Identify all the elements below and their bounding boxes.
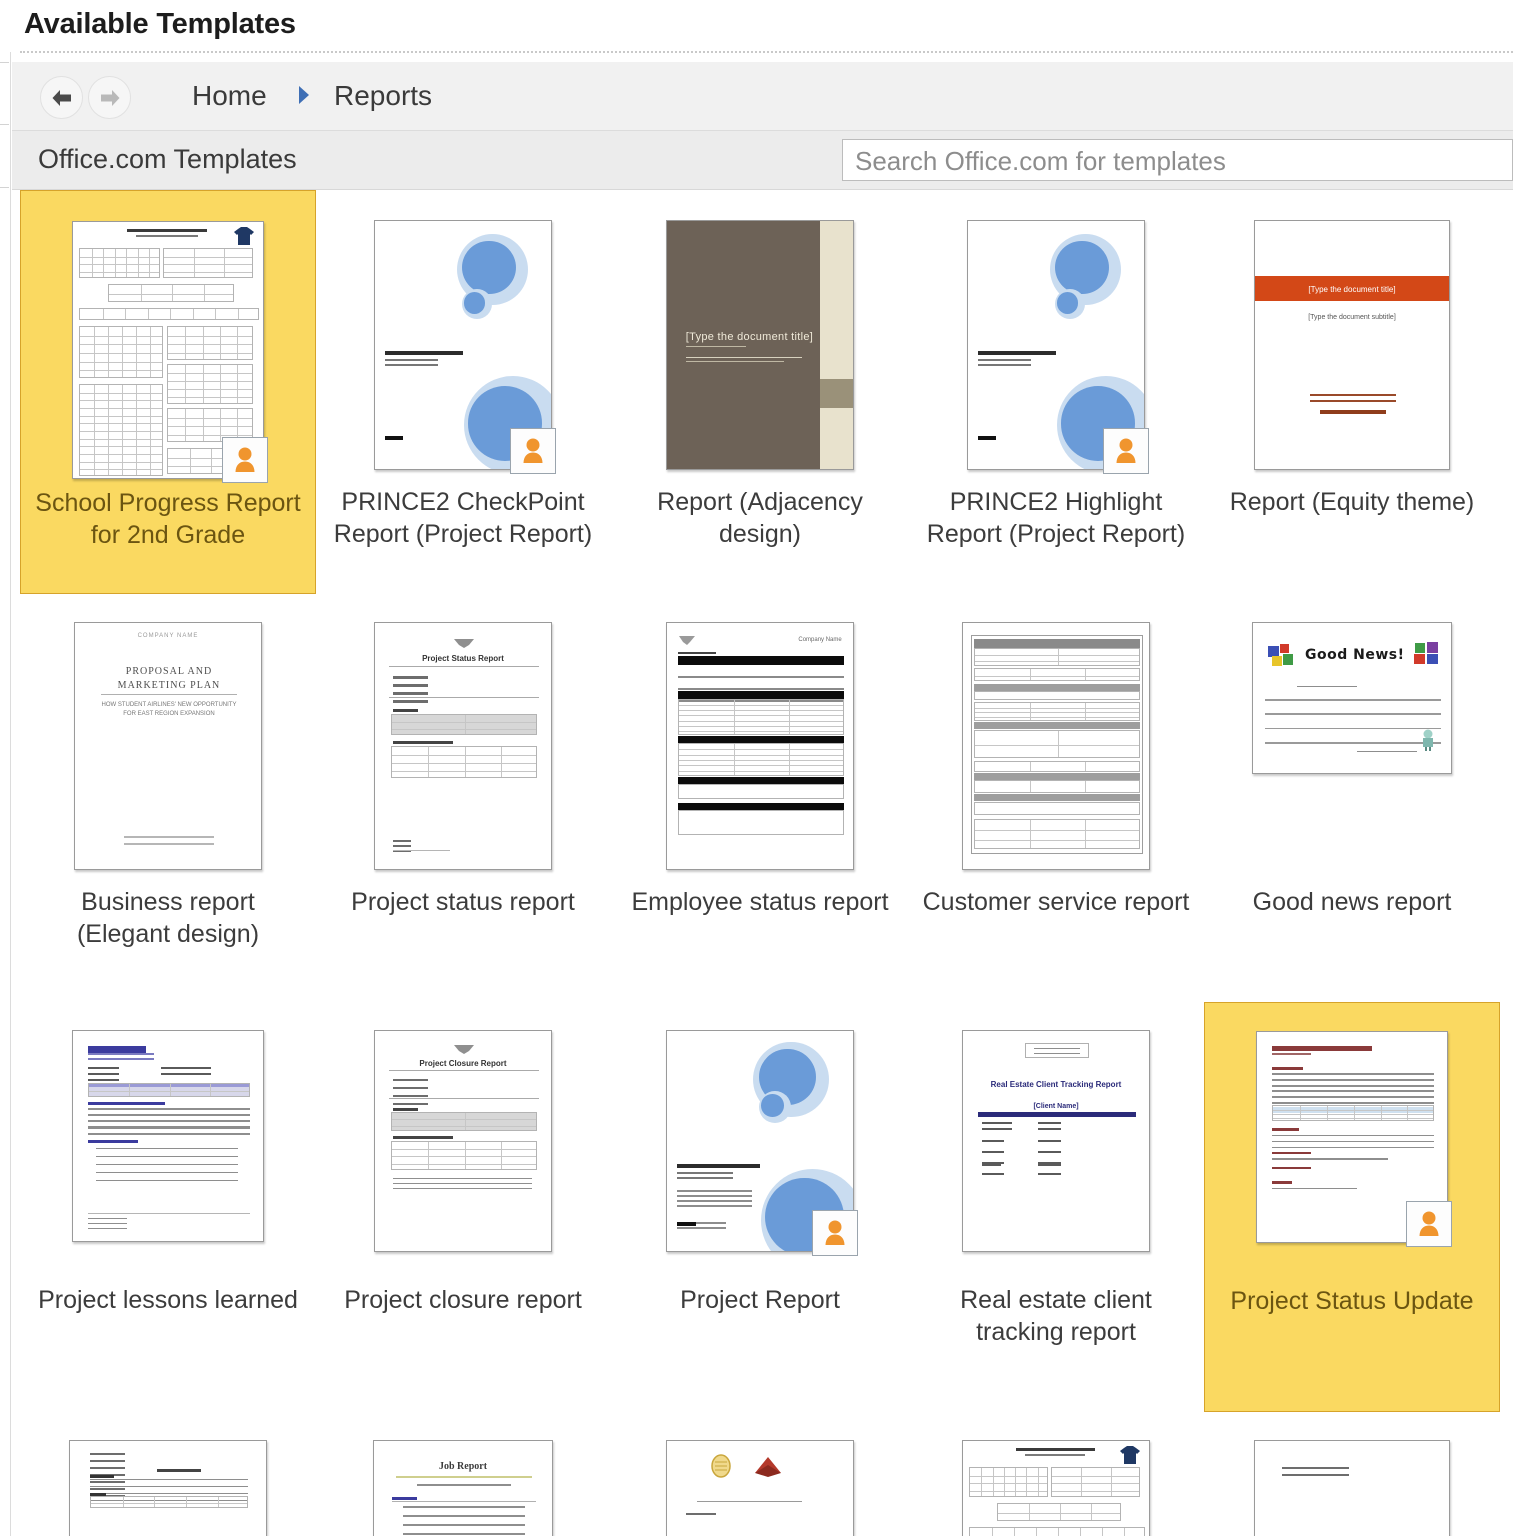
arrow-left-icon bbox=[52, 89, 71, 106]
template-card[interactable] bbox=[908, 1412, 1204, 1536]
template-thumbnail-wrap bbox=[962, 622, 1150, 870]
template-label: Customer service report bbox=[922, 888, 1190, 916]
template-label: Business report (Elegant design) bbox=[76, 888, 260, 948]
template-label: Project status report bbox=[351, 888, 575, 916]
template-thumbnail-wrap: Good News! bbox=[1252, 622, 1452, 774]
template-label: Real estate client tracking report bbox=[960, 1286, 1152, 1346]
template-card[interactable]: Real Estate Client Tracking Report [Clien… bbox=[908, 1002, 1204, 1412]
template-thumbnail[interactable] bbox=[962, 1440, 1150, 1536]
template-thumbnail[interactable]: [Type the document title] [Type the docu… bbox=[1254, 220, 1450, 470]
premium-user-icon bbox=[812, 1210, 858, 1256]
template-thumbnail[interactable]: Job Report bbox=[373, 1440, 553, 1536]
template-thumbnail-wrap: [Type the document title] [Type the docu… bbox=[1254, 220, 1450, 470]
template-card[interactable] bbox=[612, 1412, 908, 1536]
template-thumbnail[interactable] bbox=[962, 622, 1150, 870]
template-card[interactable]: Project Closure Report Project closure re… bbox=[315, 1002, 611, 1412]
template-thumbnail-wrap bbox=[374, 220, 556, 474]
template-thumbnail[interactable]: Company Name bbox=[666, 622, 854, 870]
left-rail bbox=[0, 52, 11, 1536]
template-thumbnail-wrap: [Type the document title] bbox=[666, 220, 854, 470]
chevron-right-icon bbox=[296, 84, 312, 106]
template-card[interactable]: PRINCE2 CheckPoint Report (Project Repor… bbox=[315, 190, 611, 594]
template-thumbnail[interactable] bbox=[666, 1440, 854, 1536]
template-thumbnail-wrap: Real Estate Client Tracking Report [Clien… bbox=[962, 1030, 1150, 1252]
template-label: Good news report bbox=[1252, 888, 1452, 916]
template-thumbnail[interactable]: Project Status Report bbox=[374, 622, 552, 870]
premium-user-icon bbox=[1103, 428, 1149, 474]
template-thumbnail[interactable] bbox=[72, 1030, 264, 1242]
available-templates-screen: Available Templates Home Reports Office.… bbox=[0, 0, 1513, 1536]
template-label: Project Status Update bbox=[1230, 1287, 1474, 1315]
template-card[interactable]: [Type the document title] Report (Adjace… bbox=[612, 190, 908, 594]
premium-user-icon bbox=[510, 428, 556, 474]
template-thumbnail-wrap: Project Closure Report bbox=[374, 1030, 552, 1252]
breadcrumb-home[interactable]: Home bbox=[192, 80, 267, 112]
template-thumbnail[interactable]: Project Closure Report bbox=[374, 1030, 552, 1252]
template-thumbnail-wrap bbox=[72, 221, 268, 483]
search-placeholder: Search Office.com for templates bbox=[855, 146, 1226, 176]
template-thumbnail-wrap bbox=[1254, 1440, 1450, 1536]
office-templates-bar: Office.com Templates Search Office.com f… bbox=[12, 131, 1513, 190]
template-thumbnail-wrap: Job Report bbox=[373, 1440, 553, 1536]
template-thumbnail-wrap bbox=[967, 220, 1149, 474]
template-thumbnail-wrap: Company Name bbox=[666, 622, 854, 870]
template-card[interactable]: Project Report bbox=[612, 1002, 908, 1412]
template-card[interactable]: Job Report bbox=[315, 1412, 611, 1536]
template-thumbnail-wrap: COMPANY NAME PROPOSAL AND MARKETING PLAN H… bbox=[74, 622, 262, 870]
template-thumbnail[interactable]: COMPANY NAME PROPOSAL AND MARKETING PLAN H… bbox=[74, 622, 262, 870]
template-thumbnail-wrap bbox=[72, 1030, 264, 1242]
template-thumbnail[interactable]: [Type the document title] bbox=[666, 220, 854, 470]
template-thumbnail-wrap bbox=[666, 1440, 854, 1536]
template-thumbnail-wrap: Project Status Report bbox=[374, 622, 552, 870]
template-thumbnail[interactable] bbox=[69, 1440, 267, 1536]
template-thumbnail[interactable]: Good News! bbox=[1252, 622, 1452, 774]
template-label: Report (Adjacency design) bbox=[657, 488, 863, 548]
template-card[interactable]: Company Name Employee status report bbox=[612, 602, 908, 1002]
template-thumbnail[interactable]: Real Estate Client Tracking Report [Clien… bbox=[962, 1030, 1150, 1252]
template-thumbnail-wrap bbox=[666, 1030, 858, 1256]
template-card[interactable]: Good News! Good news report bbox=[1204, 602, 1500, 1002]
template-thumbnail-wrap bbox=[69, 1440, 267, 1536]
template-card[interactable] bbox=[20, 1412, 316, 1536]
template-label: Employee status report bbox=[631, 888, 889, 916]
template-label: Project Report bbox=[680, 1286, 840, 1314]
template-grid: School Progress Report for 2nd Grade PRI… bbox=[12, 190, 1513, 1536]
template-card[interactable]: Project lessons learned bbox=[20, 1002, 316, 1412]
template-label: Project lessons learned bbox=[38, 1286, 298, 1314]
template-label: PRINCE2 Highlight Report (Project Report… bbox=[926, 488, 1186, 548]
template-card[interactable]: [Type the document title] [Type the docu… bbox=[1204, 190, 1500, 594]
office-templates-label: Office.com Templates bbox=[38, 144, 297, 174]
template-card[interactable]: Project Status Report Project status repo… bbox=[315, 602, 611, 1002]
template-card[interactable]: Project Status Update bbox=[1204, 1002, 1500, 1412]
template-card[interactable] bbox=[1204, 1412, 1500, 1536]
template-label: Project closure report bbox=[344, 1286, 582, 1314]
template-label: School Progress Report for 2nd Grade bbox=[35, 489, 301, 549]
template-label: PRINCE2 CheckPoint Report (Project Repor… bbox=[333, 488, 593, 548]
page-title: Available Templates bbox=[24, 8, 296, 40]
template-card[interactable]: PRINCE2 Highlight Report (Project Report… bbox=[908, 190, 1204, 594]
header-divider bbox=[20, 51, 1513, 53]
breadcrumb-reports[interactable]: Reports bbox=[334, 80, 432, 112]
search-input[interactable]: Search Office.com for templates bbox=[842, 139, 1513, 181]
forward-button[interactable] bbox=[88, 76, 131, 119]
template-label: Report (Equity theme) bbox=[1229, 488, 1475, 516]
template-card[interactable]: COMPANY NAME PROPOSAL AND MARKETING PLAN H… bbox=[20, 602, 316, 1002]
template-thumbnail-wrap bbox=[962, 1440, 1150, 1536]
back-button[interactable] bbox=[40, 76, 83, 119]
template-thumbnail[interactable] bbox=[1254, 1440, 1450, 1536]
template-card[interactable]: Customer service report bbox=[908, 602, 1204, 1002]
template-thumbnail-wrap bbox=[1256, 1031, 1452, 1247]
premium-user-icon bbox=[1406, 1201, 1452, 1247]
template-card[interactable]: School Progress Report for 2nd Grade bbox=[20, 190, 316, 594]
premium-user-icon bbox=[222, 437, 268, 483]
arrow-right-icon bbox=[100, 89, 119, 106]
